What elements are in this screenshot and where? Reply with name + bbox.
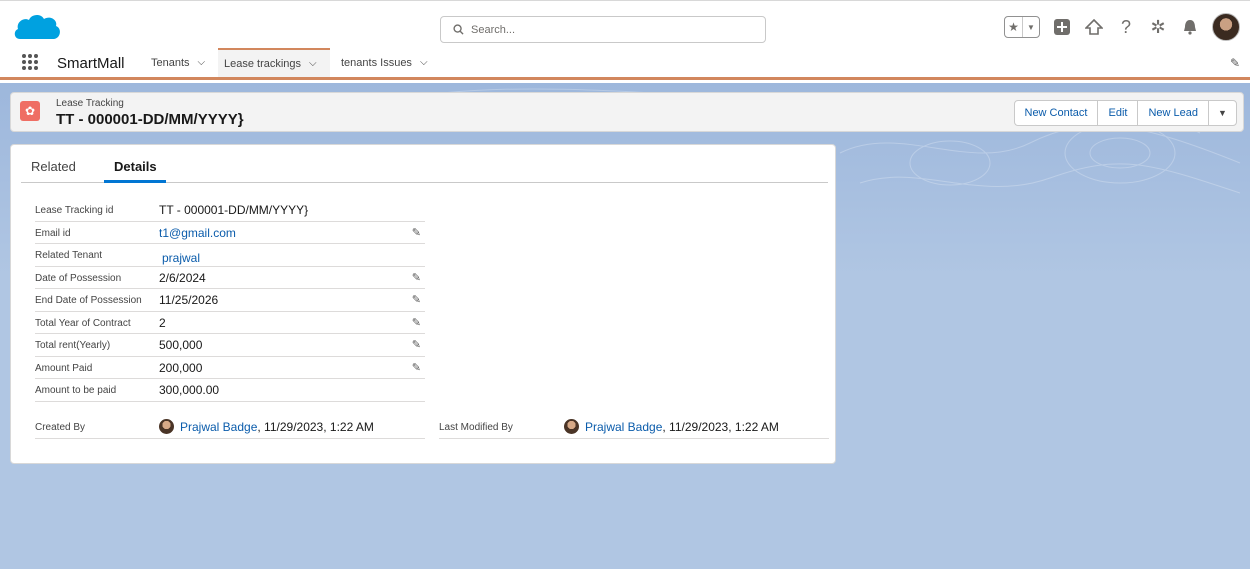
favorites-group[interactable]: ★ ▼ — [1004, 16, 1040, 38]
field-value: 500,000 — [159, 338, 203, 352]
field-value: TT - 000001-DD/MM/YYYY} — [159, 203, 309, 217]
edit-button[interactable]: Edit — [1097, 101, 1137, 125]
nav-tab-label: Lease trackings — [224, 57, 302, 70]
field-row-total-rent-yearly: Total rent(Yearly) 500,000 ✎ — [35, 334, 425, 357]
add-icon[interactable] — [1052, 17, 1072, 37]
field-row-lease-tracking-id: Lease Tracking id TT - 000001-DD/MM/YYYY… — [35, 199, 425, 222]
star-icon[interactable]: ★ — [1005, 17, 1022, 37]
chevron-down-icon[interactable]: ⌵ — [309, 58, 317, 69]
setup-gear-icon[interactable]: ✲ — [1148, 17, 1168, 37]
edit-nav-pencil-icon[interactable]: ✎ — [1230, 56, 1240, 70]
field-label: Lease Tracking id — [35, 205, 114, 216]
tab-details[interactable]: Details — [114, 159, 157, 174]
field-label: Related Tenant — [35, 250, 103, 261]
field-label: Total Year of Contract — [35, 317, 131, 329]
email-link[interactable]: t1@gmail.com — [159, 226, 236, 240]
user-avatar[interactable] — [1212, 13, 1240, 41]
field-row-related-tenant: Related Tenant prajwal — [35, 244, 425, 267]
field-row-end-date-of-possession: End Date of Possession 11/25/2026 ✎ — [35, 289, 425, 312]
nav-tab-label: Tenants — [151, 56, 190, 69]
trailhead-icon[interactable] — [1084, 17, 1104, 37]
field-value: 200,000 — [159, 360, 203, 375]
global-search-input[interactable]: Search... — [440, 16, 766, 43]
bell-icon[interactable] — [1180, 17, 1200, 37]
last-modified-label: Last Modified By — [439, 422, 513, 433]
details-card: Related Details Lease Tracking id TT - 0… — [10, 144, 836, 464]
field-label: End Date of Possession — [35, 295, 142, 306]
chevron-down-icon[interactable]: ⌵ — [420, 57, 428, 68]
field-label: Email id — [35, 227, 71, 239]
search-icon — [453, 24, 464, 35]
field-list: Lease Tracking id TT - 000001-DD/MM/YYYY… — [35, 199, 425, 402]
related-tenant-link[interactable]: prajwal — [162, 251, 200, 265]
search-placeholder: Search... — [471, 23, 516, 36]
record-title: TT - 000001-DD/MM/YYYY} — [56, 111, 244, 128]
app-launcher-icon[interactable] — [22, 54, 38, 70]
field-value: 11/25/2026 — [159, 293, 219, 307]
created-by-user-link[interactable]: Prajwal Badge — [180, 420, 257, 434]
help-icon[interactable]: ? — [1116, 17, 1136, 37]
chevron-down-icon[interactable]: ▼ — [1022, 17, 1039, 37]
record-type-label: Lease Tracking — [56, 98, 124, 109]
field-value: 2/6/2024 — [159, 270, 206, 285]
record-header: ✿ Lease Tracking TT - 000001-DD/MM/YYYY}… — [10, 92, 1244, 132]
pencil-icon[interactable]: ✎ — [412, 316, 421, 329]
lease-tracking-object-icon: ✿ — [20, 101, 40, 121]
field-row-email-id: Email id t1@gmail.com ✎ — [35, 222, 425, 244]
nav-tab-tenants-issues[interactable]: tenants Issues ⌵ — [335, 48, 434, 77]
last-modified-value: Prajwal Badge , 11/29/2023, 1:22 AM — [564, 419, 779, 434]
field-label: Amount to be paid — [35, 385, 117, 396]
nav-tab-label: tenants Issues — [341, 56, 412, 69]
record-tabs: Related Details — [21, 145, 828, 183]
last-modified-user-link[interactable]: Prajwal Badge — [585, 420, 662, 434]
field-row-amount-paid: Amount Paid 200,000 ✎ — [35, 357, 425, 379]
app-nav-bar: SmartMall Tenants ⌵ Lease trackings ⌵ te… — [0, 48, 1250, 80]
app-name: SmartMall — [57, 55, 125, 72]
chevron-down-icon[interactable]: ⌵ — [198, 57, 206, 68]
field-row-total-year-of-contract: Total Year of Contract 2 ✎ — [35, 312, 425, 334]
field-row-date-of-possession: Date of Possession 2/6/2024 ✎ — [35, 267, 425, 289]
last-modified-row: Last Modified By Prajwal Badge , 11/29/2… — [439, 415, 829, 439]
pencil-icon[interactable]: ✎ — [412, 226, 421, 239]
avatar — [564, 419, 579, 434]
pencil-icon[interactable]: ✎ — [412, 338, 421, 351]
pencil-icon[interactable]: ✎ — [412, 271, 421, 284]
nav-tab-tenants[interactable]: Tenants ⌵ — [145, 48, 211, 77]
field-label: Total rent(Yearly) — [35, 340, 111, 351]
field-label: Amount Paid — [35, 362, 93, 374]
last-modified-date: , 11/29/2023, 1:22 AM — [662, 419, 779, 434]
field-value: 2 — [159, 315, 166, 330]
salesforce-cloud-icon[interactable] — [12, 11, 62, 49]
pencil-icon[interactable]: ✎ — [412, 361, 421, 374]
created-by-label: Created By — [35, 422, 86, 433]
avatar — [159, 419, 174, 434]
created-by-value: Prajwal Badge , 11/29/2023, 1:22 AM — [159, 419, 374, 434]
record-action-buttons: New Contact Edit New Lead ▼ — [1013, 100, 1237, 126]
field-row-amount-to-be-paid: Amount to be paid 300,000.00 — [35, 379, 425, 402]
header-utility-icons: ★ ▼ ? ✲ — [1004, 13, 1240, 41]
created-by-row: Created By Prajwal Badge , 11/29/2023, 1… — [35, 415, 425, 439]
tab-related[interactable]: Related — [31, 159, 76, 174]
pencil-icon[interactable]: ✎ — [412, 293, 421, 306]
new-contact-button[interactable]: New Contact — [1015, 101, 1098, 125]
field-value: 300,000.00 — [159, 383, 220, 397]
field-label: Date of Possession — [35, 272, 122, 284]
global-header: Search... ★ ▼ ? ✲ — [0, 0, 1250, 48]
more-actions-chevron-down-icon[interactable]: ▼ — [1208, 101, 1236, 125]
nav-tab-lease-trackings[interactable]: Lease trackings ⌵ — [218, 48, 330, 77]
created-date: , 11/29/2023, 1:22 AM — [257, 419, 374, 434]
active-tab-indicator — [104, 180, 166, 183]
new-lead-button[interactable]: New Lead — [1137, 101, 1208, 125]
